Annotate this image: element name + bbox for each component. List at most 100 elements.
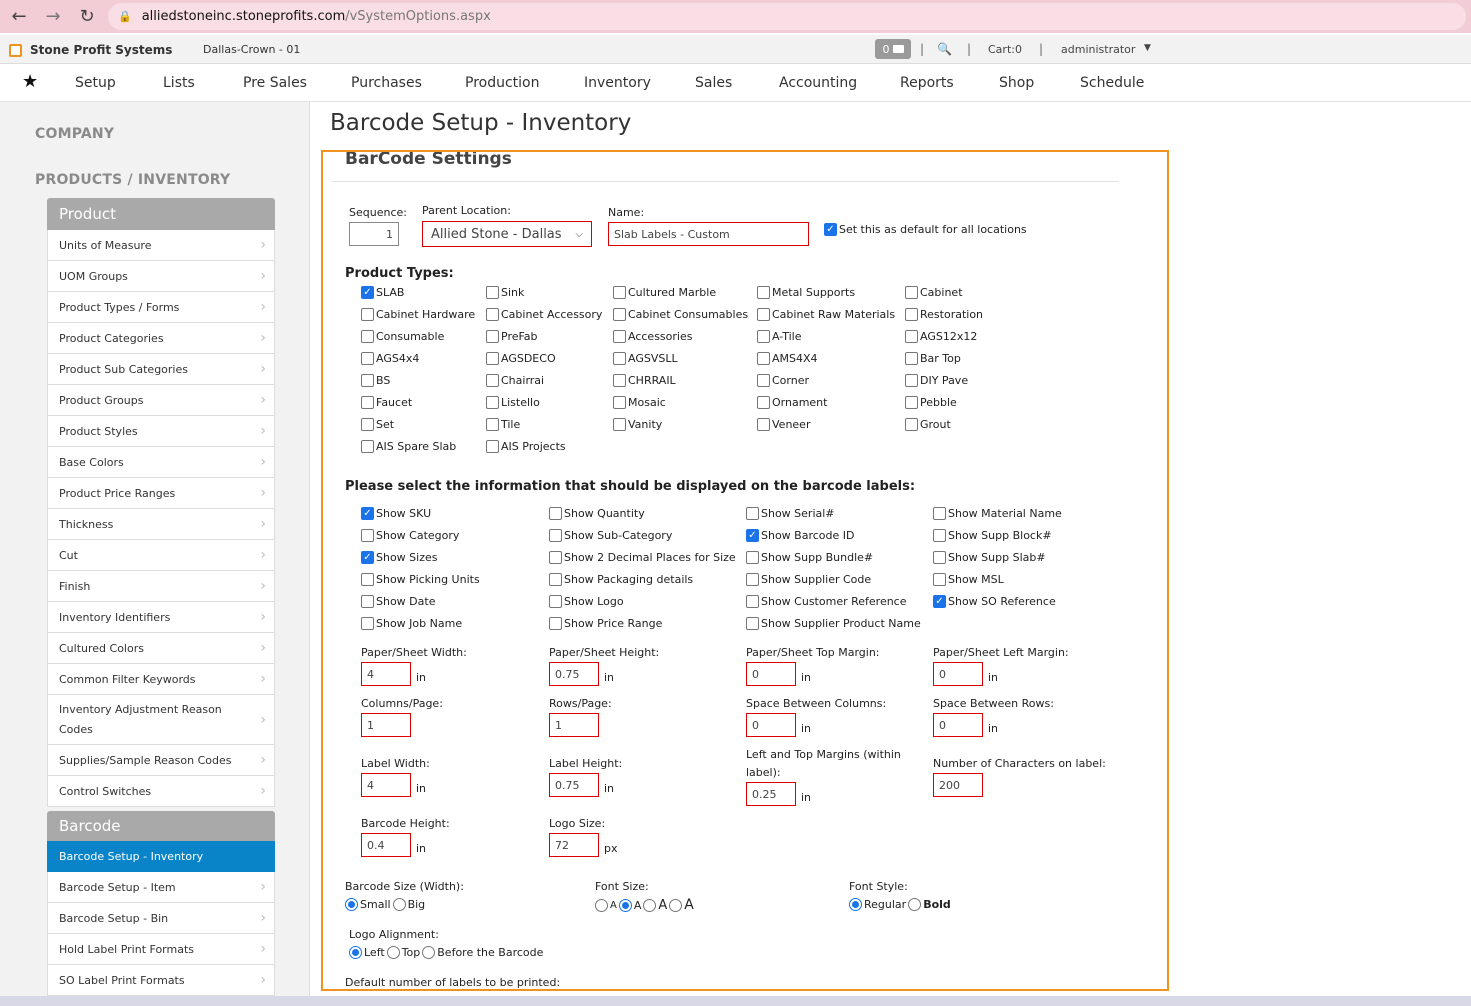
user-menu[interactable]: administrator xyxy=(1061,43,1135,56)
product-type-checkbox[interactable]: PreFab xyxy=(486,330,538,343)
nav-lists[interactable]: Lists xyxy=(163,75,195,91)
product-type-checkbox[interactable]: AGS12x12 xyxy=(905,330,977,343)
product-type-checkbox[interactable]: Corner xyxy=(757,374,809,387)
display-option-checkbox[interactable]: Show Date xyxy=(361,595,435,608)
font-style-bold-radio[interactable]: Bold xyxy=(908,898,951,911)
display-option-checkbox[interactable]: Show MSL xyxy=(933,573,1004,586)
forward-arrow-icon[interactable]: → xyxy=(38,2,68,32)
logo-align-top-radio[interactable]: Top xyxy=(386,946,420,959)
display-option-checkbox[interactable]: Show Supplier Product Name xyxy=(746,617,921,630)
sidebar-heading-company[interactable]: COMPANY xyxy=(35,126,114,142)
sidebar-item[interactable]: SO Label Print Formats › xyxy=(47,965,275,996)
product-type-checkbox[interactable]: SLAB xyxy=(361,286,404,299)
product-type-checkbox[interactable]: Consumable xyxy=(361,330,444,343)
product-type-checkbox[interactable]: Metal Supports xyxy=(757,286,855,299)
product-type-checkbox[interactable]: Cabinet Accessory xyxy=(486,308,602,321)
product-type-checkbox[interactable]: Listello xyxy=(486,396,540,409)
paper-height-input[interactable]: 0.75 xyxy=(549,662,599,686)
parent-location-select[interactable]: Allied Stone - Dallas ⌵ xyxy=(422,221,592,247)
product-type-checkbox[interactable]: AIS Projects xyxy=(486,440,566,453)
back-arrow-icon[interactable]: ← xyxy=(4,2,34,32)
display-option-checkbox[interactable]: Show Job Name xyxy=(361,617,462,630)
nav-shop[interactable]: Shop xyxy=(999,75,1034,91)
address-bar[interactable]: 🔒 alliedstoneinc.stoneprofits.com/vSyste… xyxy=(108,3,1466,30)
product-type-checkbox[interactable]: Cabinet Raw Materials xyxy=(757,308,895,321)
nav-schedule[interactable]: Schedule xyxy=(1080,75,1144,91)
reload-icon[interactable]: ↻ xyxy=(72,2,102,32)
display-option-checkbox[interactable]: Show Price Range xyxy=(549,617,662,630)
nav-setup[interactable]: Setup xyxy=(75,75,116,91)
font-size-1-radio[interactable]: A xyxy=(595,898,617,912)
label-width-input[interactable]: 4 xyxy=(361,773,411,797)
display-option-checkbox[interactable]: Show Material Name xyxy=(933,507,1062,520)
display-option-checkbox[interactable]: Show Packaging details xyxy=(549,573,693,586)
sidebar-item[interactable]: Inventory Identifiers › xyxy=(47,602,275,633)
display-option-checkbox[interactable]: Show SKU xyxy=(361,507,431,520)
display-option-checkbox[interactable]: Show Customer Reference xyxy=(746,595,907,608)
caret-down-icon[interactable]: ▼ xyxy=(1144,43,1151,53)
product-type-checkbox[interactable]: Mosaic xyxy=(613,396,666,409)
product-type-checkbox[interactable]: Cultured Marble xyxy=(613,286,716,299)
sidebar-item[interactable]: Product Categories › xyxy=(47,323,275,354)
product-type-checkbox[interactable]: AGSDECO xyxy=(486,352,556,365)
display-option-checkbox[interactable]: Show Category xyxy=(361,529,459,542)
location-selector[interactable]: Dallas-Crown - 01 xyxy=(203,43,300,56)
font-size-3-radio[interactable]: A xyxy=(643,898,667,913)
sidebar-item[interactable]: Base Colors › xyxy=(47,447,275,478)
messages-button[interactable]: 0 xyxy=(875,39,911,59)
sidebar-item[interactable]: Product Styles › xyxy=(47,416,275,447)
product-type-checkbox[interactable]: Ornament xyxy=(757,396,827,409)
space-columns-input[interactable]: 0 xyxy=(746,713,796,737)
search-icon[interactable]: 🔍 xyxy=(937,42,952,56)
product-type-checkbox[interactable]: Chairrai xyxy=(486,374,544,387)
nav-inventory[interactable]: Inventory xyxy=(584,75,651,91)
product-type-checkbox[interactable]: Tile xyxy=(486,418,520,431)
logo-align-before-radio[interactable]: Before the Barcode xyxy=(422,946,543,959)
left-margin-input[interactable]: 0 xyxy=(933,662,983,686)
logo-align-left-radio[interactable]: Left xyxy=(349,946,385,959)
display-option-checkbox[interactable]: Show Supplier Code xyxy=(746,573,871,586)
nav-sales[interactable]: Sales xyxy=(695,75,732,91)
sidebar-item[interactable]: Supplies/Sample Reason Codes › xyxy=(47,745,275,776)
sidebar-item[interactable]: Control Switches › xyxy=(47,776,275,807)
lt-margins-input[interactable]: 0.25 xyxy=(746,782,796,806)
nav-pre-sales[interactable]: Pre Sales xyxy=(243,75,307,91)
display-option-checkbox[interactable]: Show Quantity xyxy=(549,507,645,520)
display-option-checkbox[interactable]: Show Picking Units xyxy=(361,573,480,586)
display-option-checkbox[interactable]: Show Supp Slab# xyxy=(933,551,1046,564)
sidebar-item[interactable]: Common Filter Keywords › xyxy=(47,664,275,695)
sidebar-item[interactable]: Product Sub Categories › xyxy=(47,354,275,385)
sidebar-item[interactable]: Barcode Setup - Item › xyxy=(47,872,275,903)
product-type-checkbox[interactable]: AMS4X4 xyxy=(757,352,818,365)
product-type-checkbox[interactable]: Restoration xyxy=(905,308,983,321)
product-type-checkbox[interactable]: Cabinet Hardware xyxy=(361,308,475,321)
product-type-checkbox[interactable]: Accessories xyxy=(613,330,692,343)
space-rows-input[interactable]: 0 xyxy=(933,713,983,737)
product-type-checkbox[interactable]: AGS4x4 xyxy=(361,352,419,365)
product-type-checkbox[interactable]: BS xyxy=(361,374,390,387)
product-type-checkbox[interactable]: Sink xyxy=(486,286,524,299)
nav-accounting[interactable]: Accounting xyxy=(779,75,857,91)
display-option-checkbox[interactable]: Show SO Reference xyxy=(933,595,1056,608)
sidebar-item[interactable]: Thickness › xyxy=(47,509,275,540)
sidebar-item[interactable]: Barcode Setup - Bin › xyxy=(47,903,275,934)
display-option-checkbox[interactable]: Show 2 Decimal Places for Size xyxy=(549,551,736,564)
sequence-input[interactable]: 1 xyxy=(349,222,399,246)
display-option-checkbox[interactable]: Show Barcode ID xyxy=(746,529,854,542)
product-type-checkbox[interactable]: Vanity xyxy=(613,418,662,431)
rows-input[interactable]: 1 xyxy=(549,713,599,737)
barcode-height-input[interactable]: 0.4 xyxy=(361,833,411,857)
sidebar-item[interactable]: Product Groups › xyxy=(47,385,275,416)
top-margin-input[interactable]: 0 xyxy=(746,662,796,686)
product-type-checkbox[interactable]: CHRRAIL xyxy=(613,374,676,387)
label-height-input[interactable]: 0.75 xyxy=(549,773,599,797)
display-option-checkbox[interactable]: Show Sub-Category xyxy=(549,529,672,542)
font-size-2-radio[interactable]: A xyxy=(618,898,641,912)
sidebar-item[interactable]: Cultured Colors › xyxy=(47,633,275,664)
paper-width-input[interactable]: 4 xyxy=(361,662,411,686)
product-type-checkbox[interactable]: Grout xyxy=(905,418,951,431)
barcode-size-big-radio[interactable]: Big xyxy=(392,898,425,911)
favorites-star-icon[interactable]: ★ xyxy=(22,71,38,92)
font-size-4-radio[interactable]: A xyxy=(669,897,694,913)
nav-reports[interactable]: Reports xyxy=(900,75,954,91)
